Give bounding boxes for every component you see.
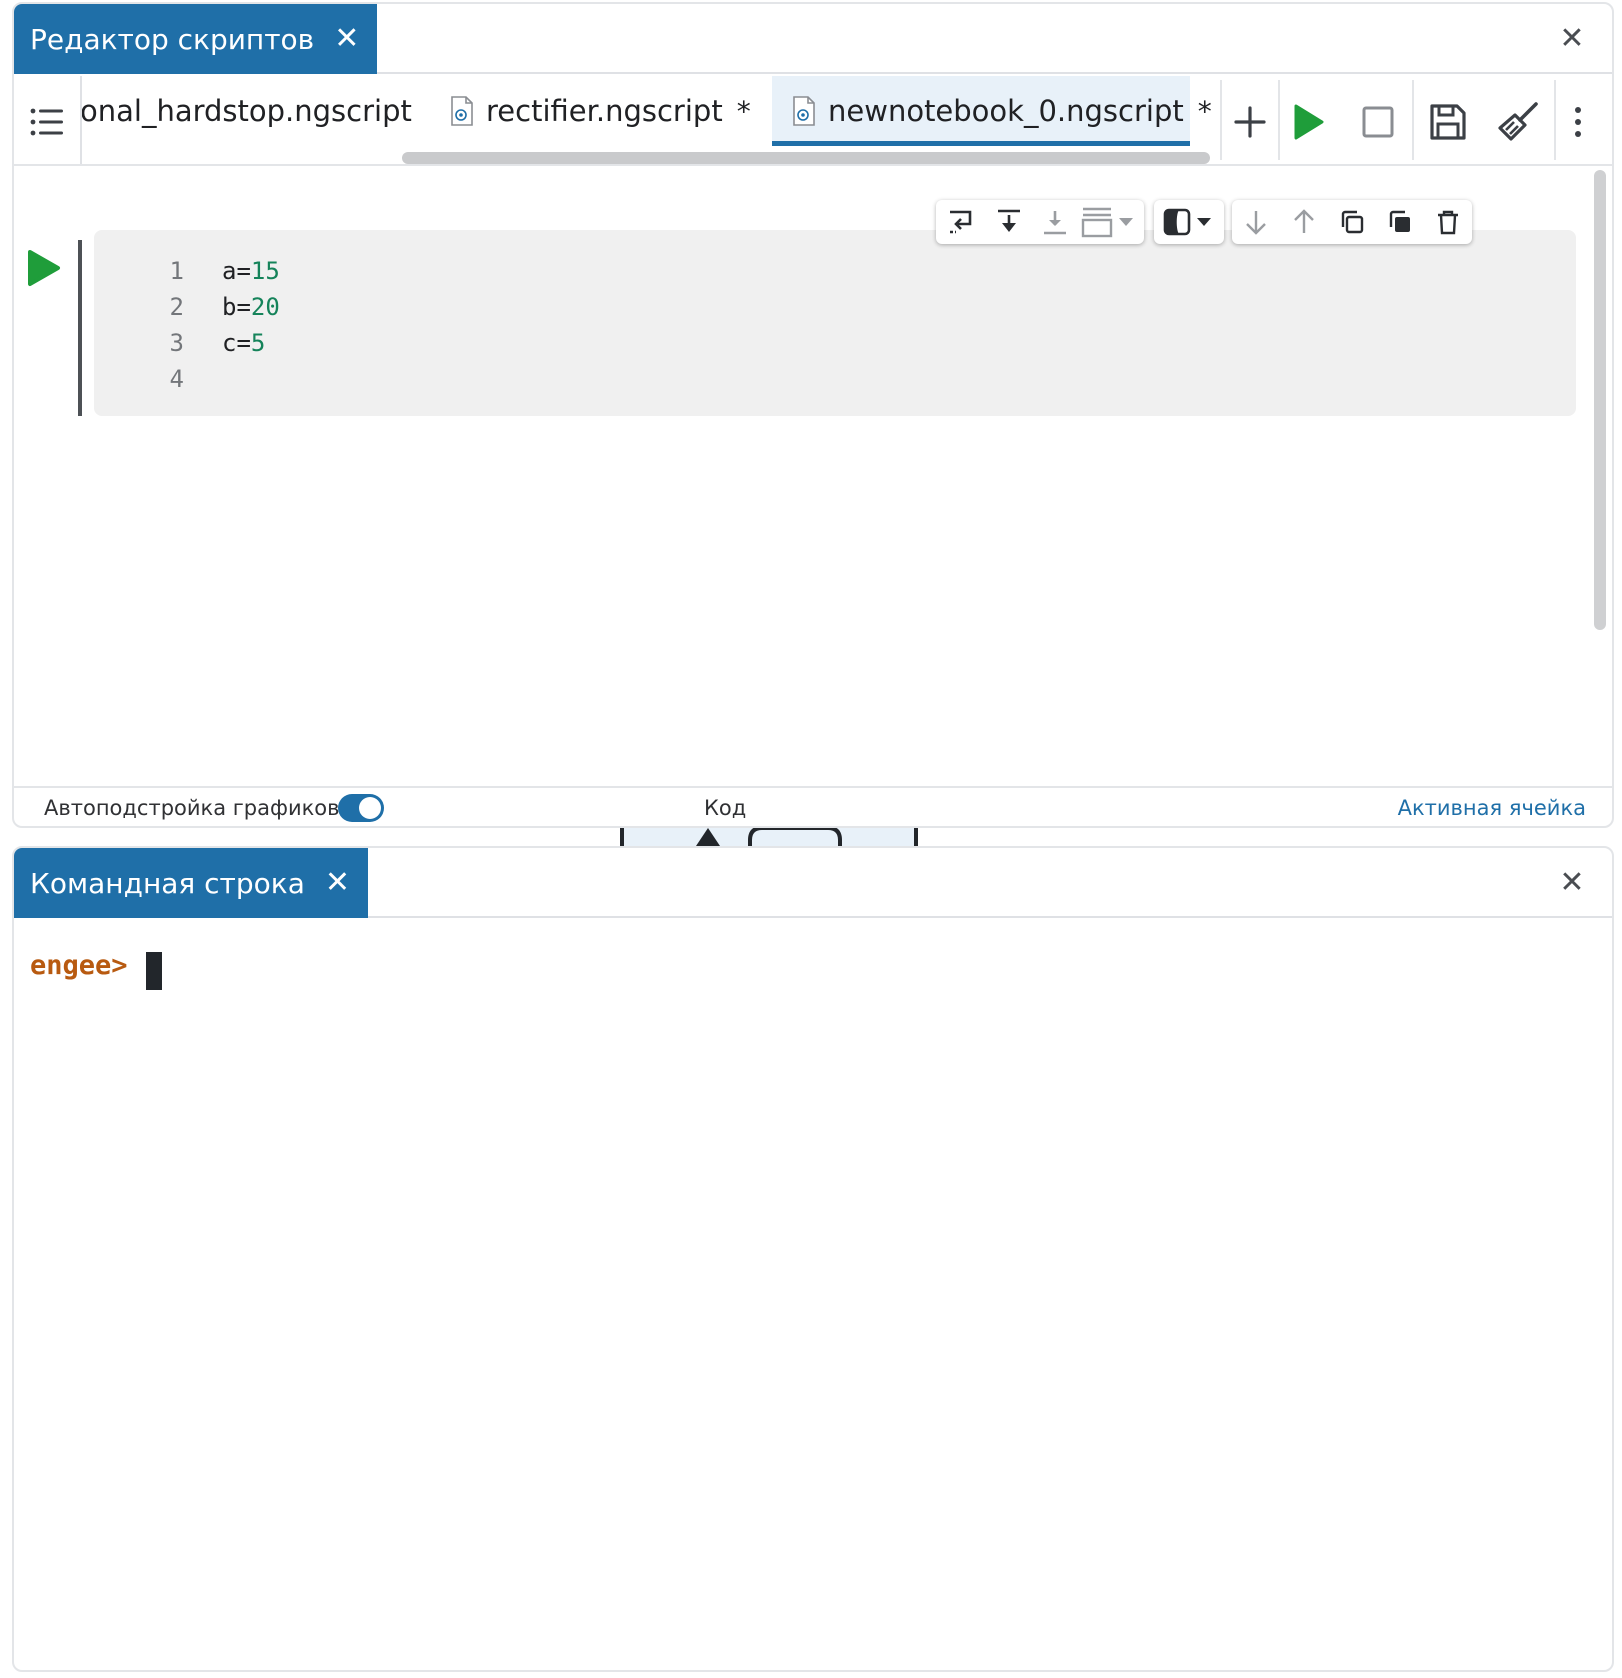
download-icon [1044, 211, 1066, 235]
file-tabs: onal_hardstop.ngscript rectifier.ngscrip… [82, 76, 1220, 164]
run-to-bottom-icon [998, 209, 1020, 232]
new-file-button[interactable] [1222, 94, 1278, 150]
layout-icon [1081, 207, 1133, 238]
script-file-icon [793, 96, 815, 126]
script-file-icon [451, 96, 473, 126]
move-down-icon [1246, 211, 1266, 235]
wrap-icon [950, 210, 972, 234]
file-tab-label: newnotebook_0.ngscript [828, 94, 1184, 128]
copy-button[interactable] [1328, 200, 1376, 244]
editor-panel-title: Редактор скриптов [30, 22, 315, 56]
move-up-icon [1294, 209, 1314, 233]
autofit-label: Автоподстройка графиков [44, 796, 340, 820]
move-up-button[interactable] [1280, 200, 1328, 244]
cell-mode-label[interactable]: Код [704, 796, 746, 820]
more-button[interactable] [1558, 94, 1598, 150]
close-console-panel-icon[interactable]: ✕ [1554, 864, 1590, 900]
close-editor-tab-icon[interactable]: ✕ [334, 24, 359, 54]
file-tab-rectifier[interactable]: rectifier.ngscript * [450, 76, 751, 146]
list-icon[interactable] [28, 102, 68, 142]
active-cell-link[interactable]: Активная ячейка [1398, 796, 1586, 820]
background-canvas-peek [620, 828, 918, 846]
code-text: c= [222, 329, 251, 357]
autofit-toggle[interactable] [338, 794, 384, 822]
code-text: a= [222, 257, 251, 285]
code-line: 3 c=5 [94, 324, 266, 362]
cell-toolbar-edit [1232, 200, 1472, 244]
save-button[interactable] [1420, 94, 1476, 150]
active-cell-indicator [78, 240, 82, 416]
console-prompt: engee> [30, 950, 128, 981]
line-number: 2 [169, 293, 184, 321]
editor-panel-tab[interactable]: Редактор скриптов ✕ [14, 4, 378, 74]
toggle-knob [359, 797, 381, 819]
cell-toolbar-run [936, 200, 1144, 244]
text-cursor [146, 952, 162, 990]
file-tab-label: onal_hardstop.ngscript [82, 94, 412, 128]
divider [1554, 80, 1556, 160]
line-number: 3 [169, 329, 184, 357]
layout-dropdown[interactable] [1078, 200, 1140, 244]
play-icon [1294, 104, 1324, 140]
command-line-panel: Командная строка ✕ ✕ engee> [12, 846, 1614, 1672]
code-number: 15 [250, 257, 280, 285]
paste-button[interactable] [1376, 200, 1424, 244]
code-line: 1 a=15 [94, 252, 280, 290]
file-tab-newnotebook[interactable]: newnotebook_0.ngscript * ✕ [772, 76, 1212, 146]
notebook-area: 1 a=15 2 b=20 3 c=5 4 [14, 166, 1612, 786]
theme-icon [1163, 208, 1211, 236]
move-down-button[interactable] [1232, 200, 1280, 244]
code-number: 20 [250, 293, 280, 321]
console-panel-header: Командная строка ✕ ✕ [14, 848, 1612, 918]
close-console-tab-icon[interactable]: ✕ [325, 868, 350, 898]
code-cell[interactable]: 1 a=15 2 b=20 3 c=5 4 [94, 230, 1576, 416]
editor-panel-header: Редактор скриптов ✕ ✕ [14, 4, 1612, 74]
delete-cell-button[interactable] [1424, 200, 1472, 244]
broom-icon [1498, 102, 1538, 141]
file-tab-hardstop[interactable]: onal_hardstop.ngscript [82, 76, 412, 146]
modified-marker: * [736, 94, 751, 128]
plus-icon [1234, 106, 1266, 138]
console-input-area[interactable]: engee> [14, 920, 1612, 1670]
modified-marker: * [1197, 94, 1212, 128]
clear-button[interactable] [1490, 94, 1546, 150]
editor-status-bar: Автоподстройка графиков Код Активная яче… [14, 786, 1612, 826]
line-number: 1 [169, 257, 184, 285]
divider [1412, 80, 1414, 160]
script-editor-panel: Редактор скриптов ✕ ✕ onal_hardstop.ngsc… [12, 2, 1614, 828]
trash-icon [1438, 210, 1458, 235]
theme-dropdown[interactable] [1154, 200, 1224, 244]
download-button[interactable] [1032, 200, 1078, 244]
file-tabs-toolbar: onal_hardstop.ngscript rectifier.ngscrip… [14, 76, 1612, 166]
code-line: 2 b=20 [94, 288, 280, 326]
save-icon [1430, 104, 1466, 140]
paste-icon [1389, 210, 1410, 232]
wrap-button[interactable] [936, 200, 986, 244]
code-line: 4 [94, 360, 222, 398]
close-editor-panel-icon[interactable]: ✕ [1554, 20, 1590, 56]
notebook-vertical-scrollbar[interactable] [1594, 170, 1606, 630]
tabs-horizontal-scrollbar[interactable] [402, 152, 1210, 164]
more-vertical-icon [1575, 107, 1581, 137]
copy-icon [1341, 210, 1364, 234]
stop-icon [1362, 106, 1394, 138]
stop-button[interactable] [1350, 94, 1406, 150]
run-button[interactable] [1280, 94, 1336, 150]
console-panel-title: Командная строка [30, 866, 305, 900]
run-cell-icon[interactable] [24, 246, 64, 290]
line-number: 4 [169, 365, 184, 393]
run-to-bottom-button[interactable] [986, 200, 1032, 244]
console-panel-tab[interactable]: Командная строка ✕ [14, 848, 368, 918]
code-text: b= [222, 293, 251, 321]
code-number: 5 [250, 329, 266, 357]
file-tab-label: rectifier.ngscript [486, 94, 723, 128]
cell-toolbar-theme [1154, 200, 1224, 244]
